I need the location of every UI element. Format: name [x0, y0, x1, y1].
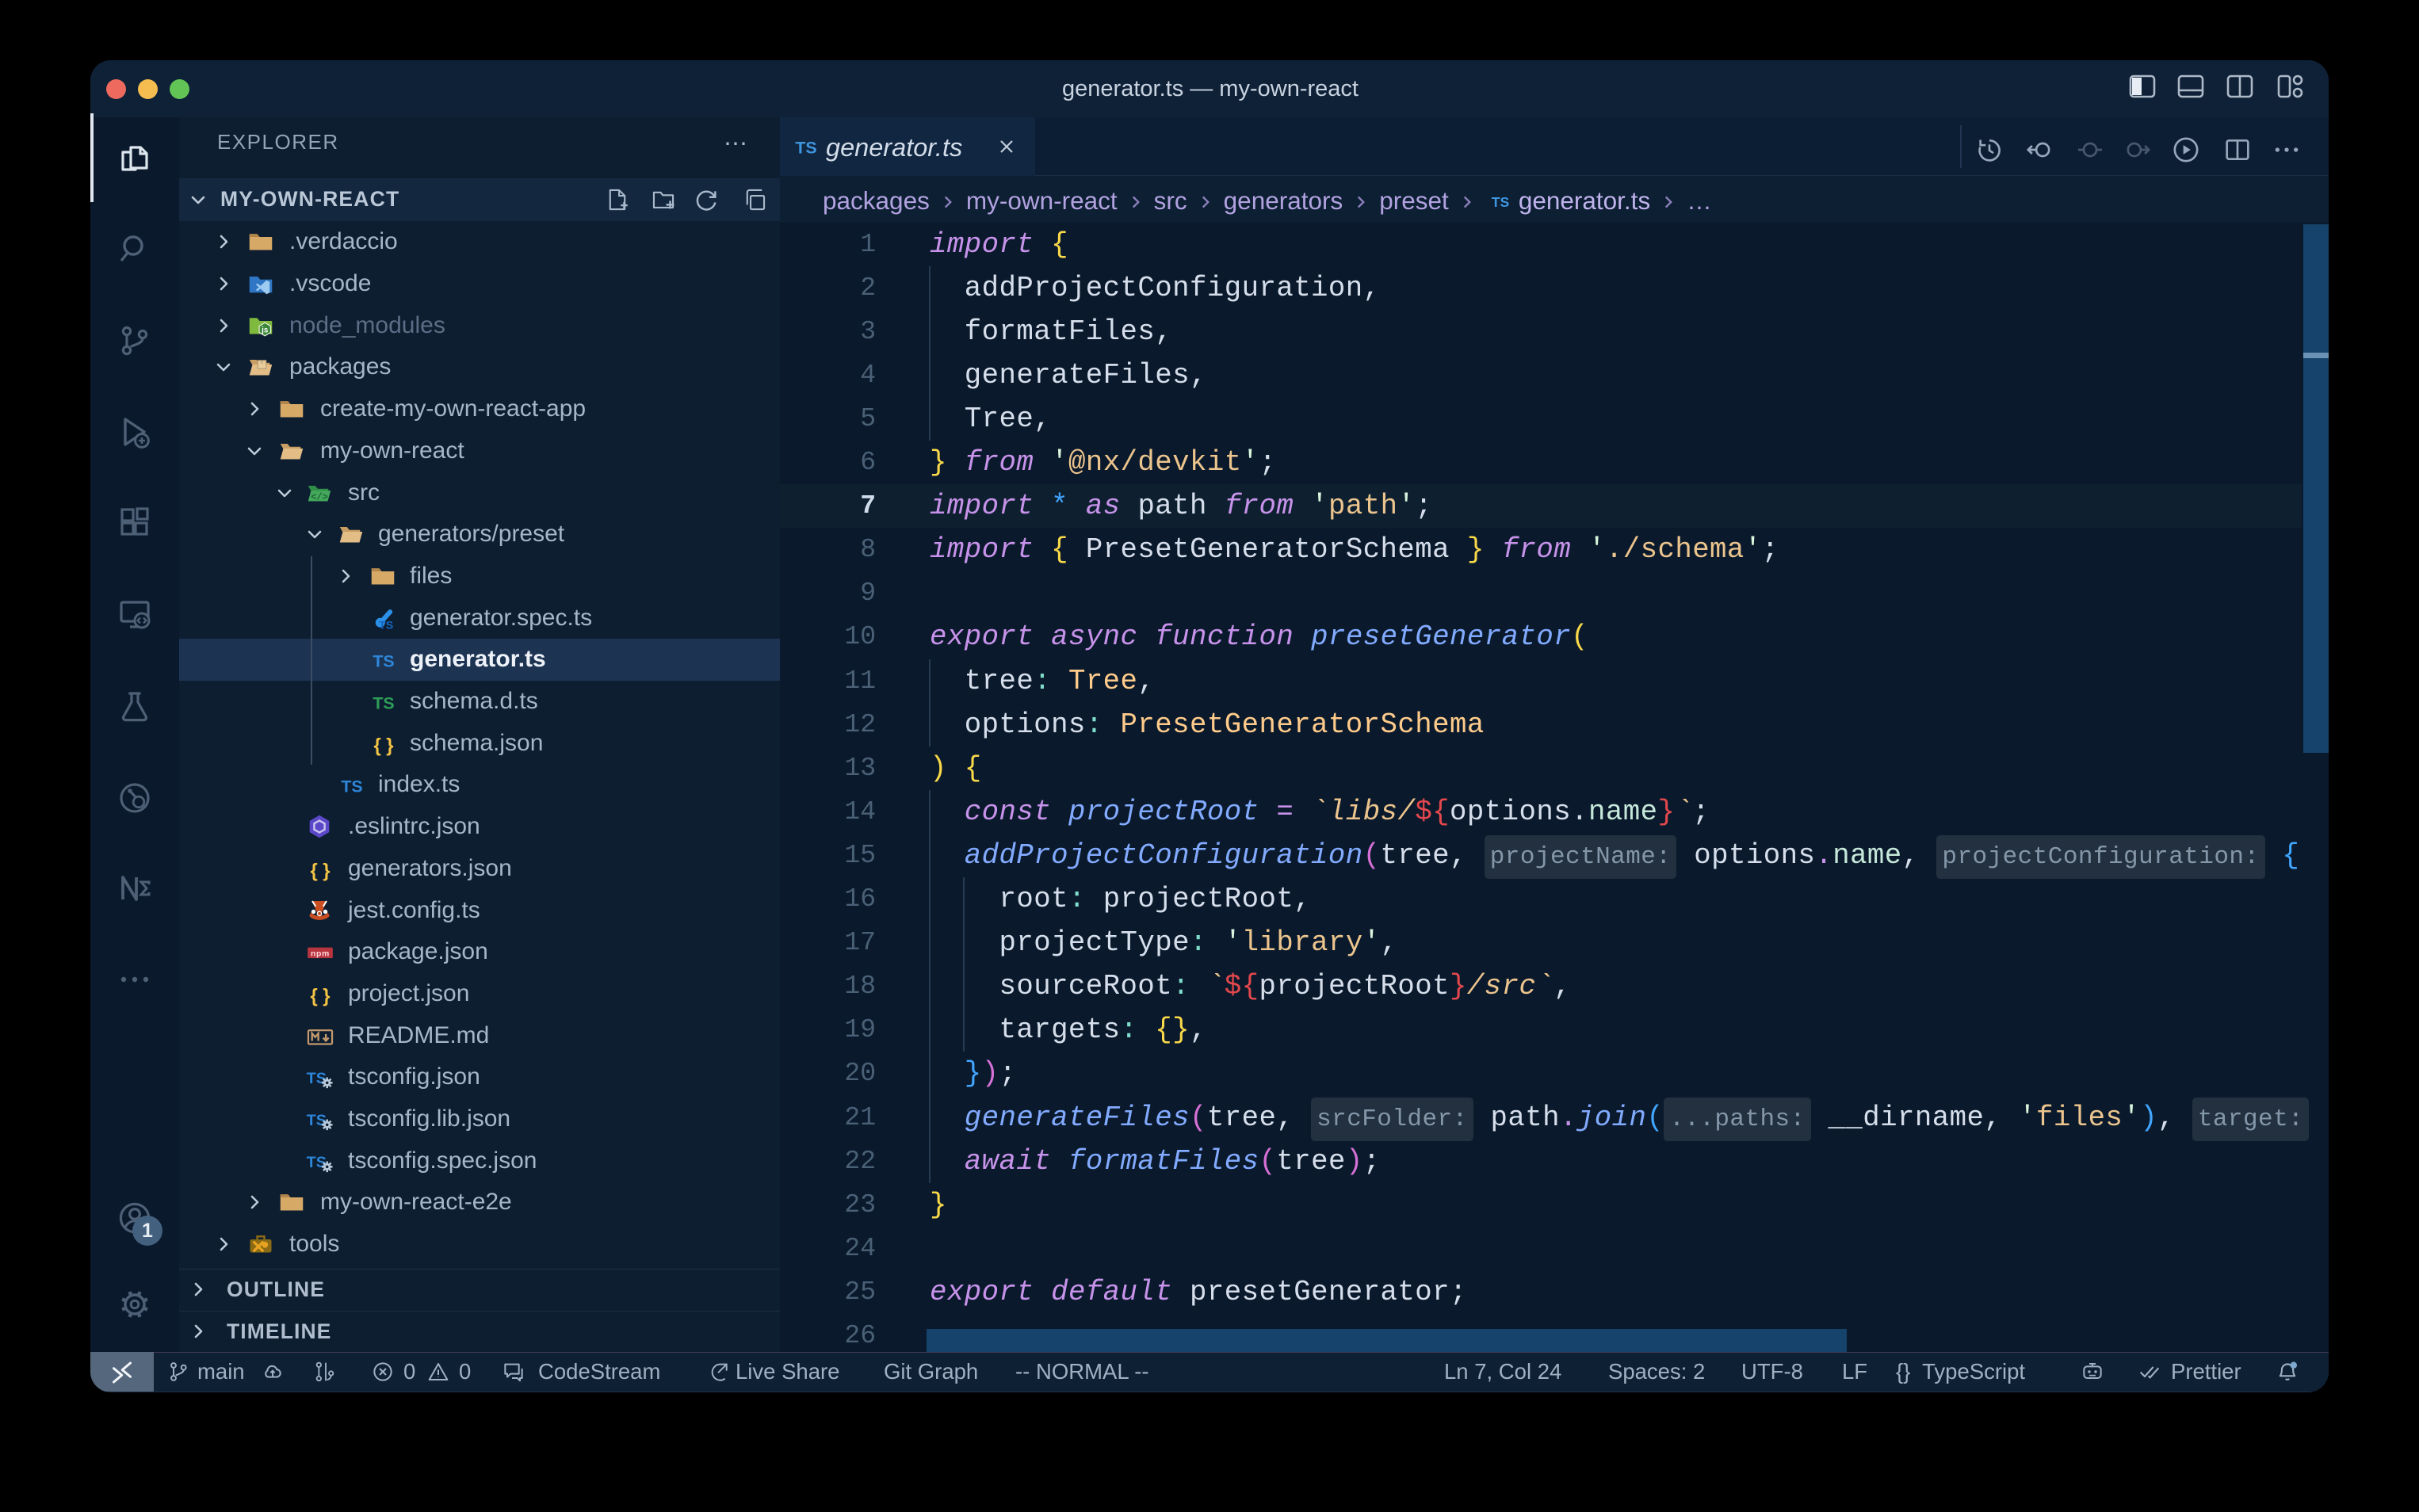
- svg-text:{ }: { }: [310, 985, 330, 1006]
- svg-text:npm: npm: [311, 950, 330, 959]
- svg-text:TS: TS: [341, 777, 362, 796]
- svg-text:TS: TS: [307, 1112, 327, 1129]
- svg-text:TS: TS: [373, 652, 394, 671]
- svg-text:{ }: { }: [310, 860, 330, 881]
- svg-text:js: js: [261, 326, 269, 334]
- svg-text:TS: TS: [1492, 194, 1510, 210]
- svg-text:TS: TS: [307, 1070, 327, 1087]
- svg-text:</>: </>: [311, 491, 328, 502]
- svg-text:TS: TS: [307, 1154, 327, 1171]
- svg-text:TS: TS: [373, 694, 394, 713]
- svg-text:TS: TS: [795, 139, 816, 158]
- svg-text:TS: TS: [379, 619, 393, 632]
- svg-text:{ }: { }: [373, 735, 393, 756]
